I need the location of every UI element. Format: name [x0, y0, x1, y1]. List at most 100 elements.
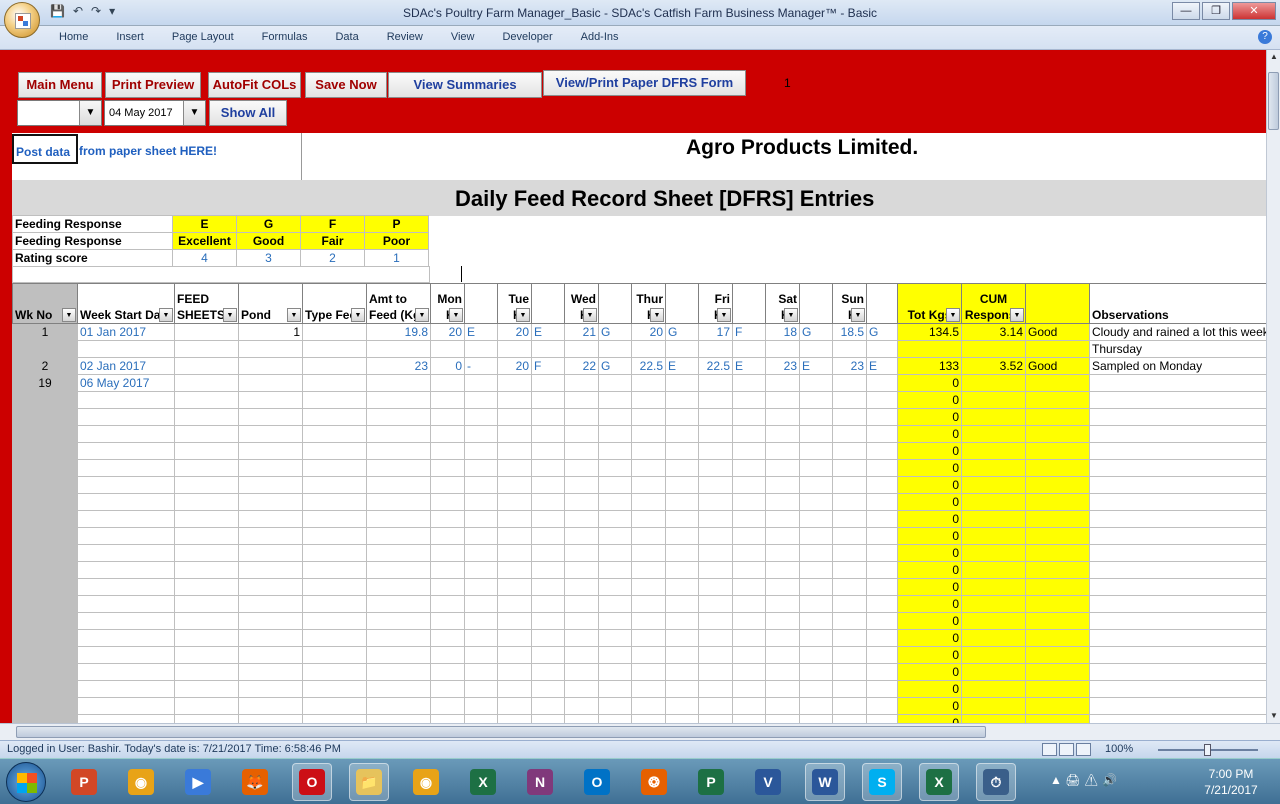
- table-cell[interactable]: [799, 527, 833, 545]
- table-cell[interactable]: [765, 578, 800, 596]
- table-cell[interactable]: [665, 629, 699, 647]
- table-cell[interactable]: [12, 340, 78, 358]
- table-cell[interactable]: [765, 544, 800, 562]
- table-cell[interactable]: [1025, 510, 1090, 528]
- taskbar-app-button[interactable]: 📁: [349, 763, 389, 801]
- table-cell[interactable]: [302, 442, 367, 460]
- table-cell[interactable]: [430, 561, 465, 579]
- table-cell[interactable]: 20: [497, 357, 532, 375]
- table-cell[interactable]: [464, 527, 498, 545]
- table-cell[interactable]: [866, 680, 898, 698]
- table-cell[interactable]: [665, 391, 699, 409]
- table-cell[interactable]: [564, 697, 599, 715]
- table-cell[interactable]: [464, 680, 498, 698]
- table-cell[interactable]: [765, 663, 800, 681]
- table-cell[interactable]: [832, 493, 867, 511]
- table-cell[interactable]: [665, 425, 699, 443]
- table-cell[interactable]: E: [866, 357, 898, 375]
- table-cell[interactable]: [77, 714, 175, 723]
- table-cell[interactable]: [12, 680, 78, 698]
- table-cell[interactable]: [238, 374, 303, 392]
- table-cell[interactable]: [961, 680, 1026, 698]
- table-cell[interactable]: 0: [897, 459, 962, 477]
- table-cell[interactable]: [866, 374, 898, 392]
- table-cell[interactable]: Thursday: [1089, 340, 1266, 358]
- table-cell[interactable]: [698, 442, 733, 460]
- filter-dropdown-icon[interactable]: ▼: [223, 308, 237, 322]
- table-cell[interactable]: [799, 476, 833, 494]
- table-cell[interactable]: [12, 391, 78, 409]
- table-cell[interactable]: [866, 561, 898, 579]
- scroll-up-icon[interactable]: ▲: [1267, 50, 1280, 64]
- table-cell[interactable]: [961, 595, 1026, 613]
- table-cell[interactable]: [1025, 595, 1090, 613]
- table-cell[interactable]: [1025, 425, 1090, 443]
- table-cell[interactable]: [631, 493, 666, 511]
- table-cell[interactable]: [866, 493, 898, 511]
- table-cell[interactable]: 0: [897, 646, 962, 664]
- table-cell[interactable]: F: [531, 357, 565, 375]
- print-preview-button[interactable]: Print Preview: [105, 72, 201, 98]
- table-cell[interactable]: [238, 714, 303, 723]
- table-cell[interactable]: [1089, 476, 1266, 494]
- table-cell[interactable]: 18.5: [832, 323, 867, 341]
- filter-dropdown-icon[interactable]: ▼: [851, 308, 865, 322]
- table-cell[interactable]: [430, 459, 465, 477]
- vertical-scrollbar[interactable]: ▲ ▼: [1266, 50, 1280, 723]
- table-cell[interactable]: [366, 340, 431, 358]
- table-cell[interactable]: [832, 646, 867, 664]
- table-cell[interactable]: [799, 561, 833, 579]
- table-cell[interactable]: [366, 578, 431, 596]
- table-cell[interactable]: [765, 408, 800, 426]
- taskbar-app-button[interactable]: N: [520, 763, 560, 801]
- table-cell[interactable]: [897, 340, 962, 358]
- table-cell[interactable]: [665, 663, 699, 681]
- table-cell[interactable]: [564, 578, 599, 596]
- office-button[interactable]: [4, 2, 40, 38]
- table-cell[interactable]: [174, 425, 239, 443]
- table-cell[interactable]: [430, 595, 465, 613]
- table-cell[interactable]: 17: [698, 323, 733, 341]
- table-cell[interactable]: [631, 697, 666, 715]
- table-cell[interactable]: [497, 340, 532, 358]
- scroll-thumb[interactable]: [16, 726, 986, 738]
- table-cell[interactable]: [799, 595, 833, 613]
- table-cell[interactable]: [866, 612, 898, 630]
- table-cell[interactable]: [631, 340, 666, 358]
- table-cell[interactable]: 0: [897, 544, 962, 562]
- table-cell[interactable]: [238, 408, 303, 426]
- table-cell[interactable]: [598, 697, 632, 715]
- table-cell[interactable]: [765, 612, 800, 630]
- table-cell[interactable]: [464, 561, 498, 579]
- table-cell[interactable]: [174, 391, 239, 409]
- table-cell[interactable]: [366, 391, 431, 409]
- table-cell[interactable]: [832, 442, 867, 460]
- table-cell[interactable]: [238, 544, 303, 562]
- table-cell[interactable]: [732, 425, 766, 443]
- table-cell[interactable]: [598, 646, 632, 664]
- table-cell[interactable]: E: [531, 323, 565, 341]
- table-cell[interactable]: [430, 510, 465, 528]
- table-cell[interactable]: [531, 459, 565, 477]
- table-cell[interactable]: [464, 510, 498, 528]
- table-cell[interactable]: [238, 357, 303, 375]
- table-cell[interactable]: [464, 442, 498, 460]
- table-cell[interactable]: [1025, 646, 1090, 664]
- table-cell[interactable]: [430, 374, 465, 392]
- table-cell[interactable]: [531, 476, 565, 494]
- filter-dropdown-icon[interactable]: ▼: [650, 308, 664, 322]
- table-cell[interactable]: [961, 629, 1026, 647]
- filter-dropdown-icon[interactable]: ▼: [159, 308, 173, 322]
- table-cell[interactable]: [832, 612, 867, 630]
- table-cell[interactable]: [430, 340, 465, 358]
- taskbar-app-button[interactable]: P: [64, 763, 104, 801]
- table-cell[interactable]: [799, 391, 833, 409]
- table-cell[interactable]: [77, 408, 175, 426]
- table-cell[interactable]: [665, 374, 699, 392]
- table-cell[interactable]: [832, 714, 867, 723]
- table-cell[interactable]: [961, 663, 1026, 681]
- table-cell[interactable]: [564, 595, 599, 613]
- table-cell[interactable]: [765, 493, 800, 511]
- table-cell[interactable]: [1025, 374, 1090, 392]
- table-cell[interactable]: [366, 612, 431, 630]
